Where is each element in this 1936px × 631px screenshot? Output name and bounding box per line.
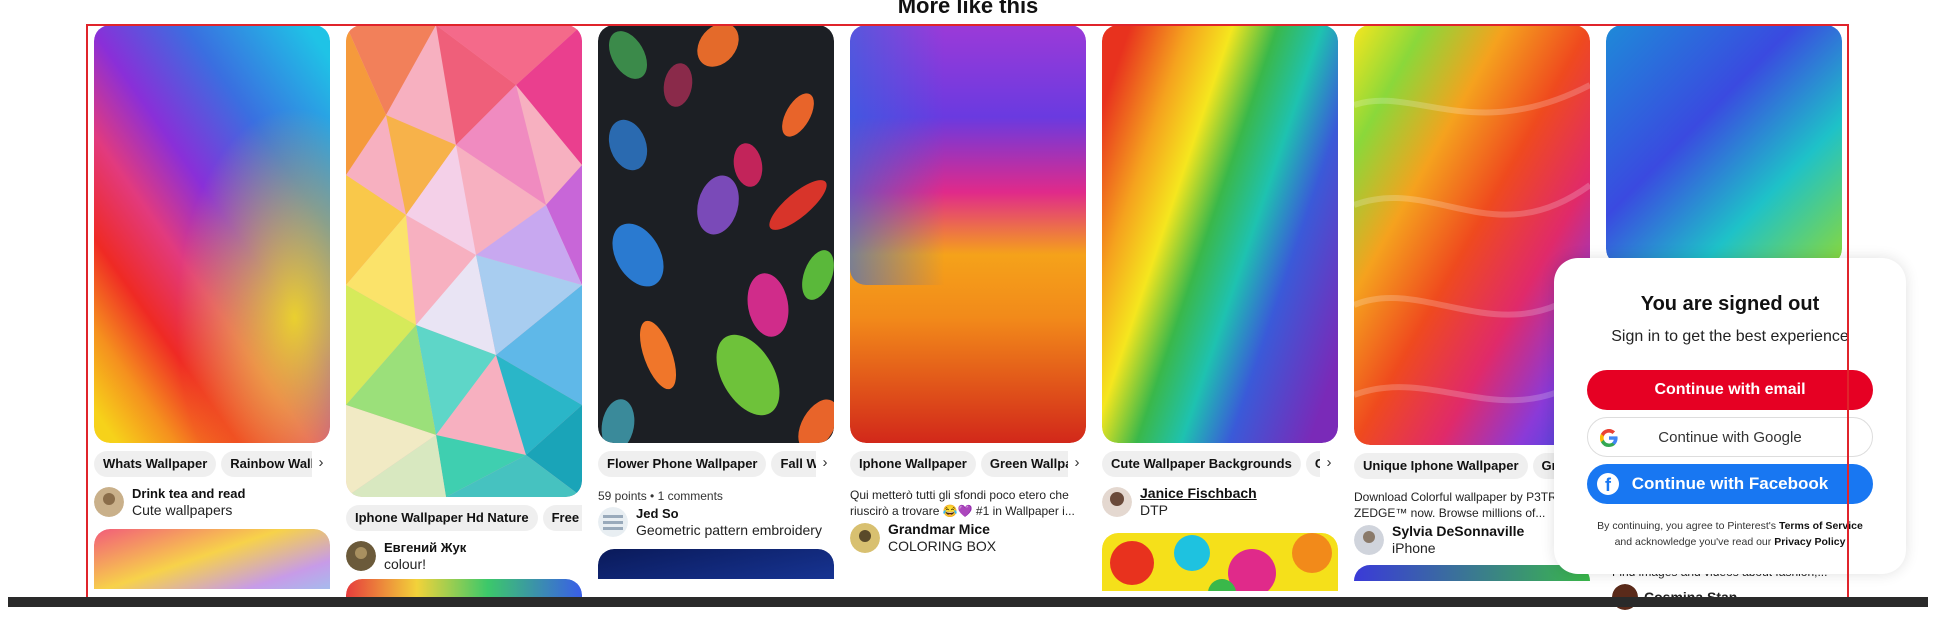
avatar bbox=[850, 523, 880, 553]
google-icon bbox=[1600, 429, 1618, 447]
board-name: colour! bbox=[384, 556, 427, 572]
pin-image[interactable] bbox=[1354, 565, 1590, 581]
signin-card: You are signed out Sign in to get the be… bbox=[1554, 258, 1906, 574]
section-heading: More like this bbox=[897, 0, 1039, 18]
chevron-right-icon[interactable]: › bbox=[1068, 451, 1086, 477]
chevron-right-icon[interactable]: › bbox=[816, 451, 834, 477]
tag-chip[interactable]: Free Wallpaper bbox=[542, 505, 582, 531]
tag-chip[interactable]: Flower Phone Wallpaper bbox=[598, 451, 767, 477]
board-name: iPhone bbox=[1392, 540, 1436, 556]
avatar bbox=[94, 487, 124, 517]
tag-chip[interactable]: Whats Wallpaper bbox=[94, 451, 217, 477]
pin-image[interactable] bbox=[598, 549, 834, 579]
pin-image[interactable] bbox=[1606, 25, 1842, 265]
facebook-button-label: Continue with Facebook bbox=[1631, 474, 1829, 493]
bottom-scrollbar[interactable] bbox=[8, 597, 1928, 607]
pin-image[interactable] bbox=[94, 25, 330, 443]
pin-image[interactable] bbox=[346, 579, 582, 599]
avatar bbox=[598, 507, 628, 537]
board-name: COLORING BOX bbox=[888, 538, 997, 554]
terms-text: By continuing, you agree to Pinterest's … bbox=[1554, 518, 1906, 550]
signin-title: You are signed out bbox=[1640, 293, 1820, 315]
pin-column-2: Iphone Wallpaper Hd NatureFree Wallpaper… bbox=[346, 25, 582, 599]
author-name: Sylvia DeSonnaville bbox=[1392, 523, 1525, 539]
signin-subtitle: Sign in to get the best experience bbox=[1611, 328, 1849, 345]
continue-google-button[interactable]: Continue with Google bbox=[1587, 417, 1873, 457]
tag-chip[interactable]: Iphone Wallpaper bbox=[850, 451, 976, 477]
pin-author[interactable]: Janice Fischbach DTP bbox=[1102, 485, 1338, 519]
tag-chip[interactable]: Unique Iphone Wallpaper bbox=[1354, 453, 1528, 479]
pin-image[interactable] bbox=[598, 25, 834, 443]
pin-column-1: Whats WallpaperRainbow Wallpaper › Drink… bbox=[94, 25, 330, 589]
pin-tags: Whats WallpaperRainbow Wallpaper › bbox=[94, 451, 330, 479]
pin-tags: Iphone Wallpaper Green Wallpaper › bbox=[850, 451, 1086, 479]
chevron-right-icon[interactable]: › bbox=[1320, 451, 1338, 477]
pin-image[interactable] bbox=[850, 25, 1086, 443]
board-name: DTP bbox=[1140, 502, 1168, 518]
terms-of-service-link[interactable]: Terms of Service bbox=[1779, 520, 1863, 532]
pin-tags: Flower Phone WallpaperFall Wallpaper › bbox=[598, 451, 834, 479]
author-name: Grandmar Mice bbox=[888, 521, 990, 537]
author-name[interactable]: Janice Fischbach bbox=[1140, 485, 1257, 502]
author-name: Jed So bbox=[636, 506, 679, 521]
terms-middle: and acknowledge you've read our bbox=[1614, 536, 1772, 548]
pin-image[interactable] bbox=[1102, 25, 1338, 443]
terms-prefix: By continuing, you agree to Pinterest's bbox=[1597, 520, 1777, 532]
pin-description: Qui metterò tutti gli sfondi poco etero … bbox=[850, 488, 1075, 518]
author-name: Евгений Жук bbox=[384, 540, 467, 555]
pin-author[interactable]: Евгений Жук colour! bbox=[346, 539, 582, 573]
facebook-icon: f bbox=[1597, 473, 1619, 495]
pin-column-7 bbox=[1606, 25, 1842, 265]
board-name: Cute wallpapers bbox=[132, 502, 233, 518]
pin-column-5: Cute Wallpaper BackgroundsCute Wallpaper… bbox=[1102, 25, 1338, 591]
chevron-right-icon[interactable]: › bbox=[312, 451, 330, 477]
avatar bbox=[1102, 487, 1132, 517]
pin-meta: 59 points • 1 comments bbox=[598, 489, 723, 503]
pin-tags: Cute Wallpaper BackgroundsCute Wallpaper… bbox=[1102, 451, 1338, 479]
pin-column-4: Iphone Wallpaper Green Wallpaper › Qui me… bbox=[850, 25, 1086, 555]
continue-facebook-button[interactable]: f Continue with Facebook bbox=[1587, 464, 1873, 504]
avatar bbox=[346, 541, 376, 571]
pin-author[interactable]: Jed So Geometric pattern embroidery bbox=[598, 505, 834, 539]
board-name: Geometric pattern embroidery bbox=[636, 522, 822, 538]
pin-image[interactable] bbox=[1102, 533, 1338, 591]
tag-chip[interactable]: Cute Wallpaper Backgrounds bbox=[1102, 451, 1301, 477]
pin-author[interactable]: Grandmar Mice COLORING BOX bbox=[850, 521, 1086, 555]
pin-image[interactable] bbox=[346, 25, 582, 497]
avatar bbox=[1354, 525, 1384, 555]
pin-tags: Iphone Wallpaper Hd NatureFree Wallpaper bbox=[346, 505, 582, 533]
pin-image[interactable] bbox=[94, 529, 330, 589]
google-button-label: Continue with Google bbox=[1658, 428, 1802, 446]
author-name: Drink tea and read bbox=[132, 486, 246, 501]
tag-chip[interactable]: Iphone Wallpaper Hd Nature bbox=[346, 505, 538, 531]
pin-column-3: Flower Phone WallpaperFall Wallpaper › 5… bbox=[598, 25, 834, 579]
continue-email-button[interactable]: Continue with email bbox=[1587, 370, 1873, 410]
privacy-policy-link[interactable]: Privacy Policy bbox=[1774, 536, 1845, 548]
pin-author[interactable]: Drink tea and read Cute wallpapers bbox=[94, 485, 330, 519]
